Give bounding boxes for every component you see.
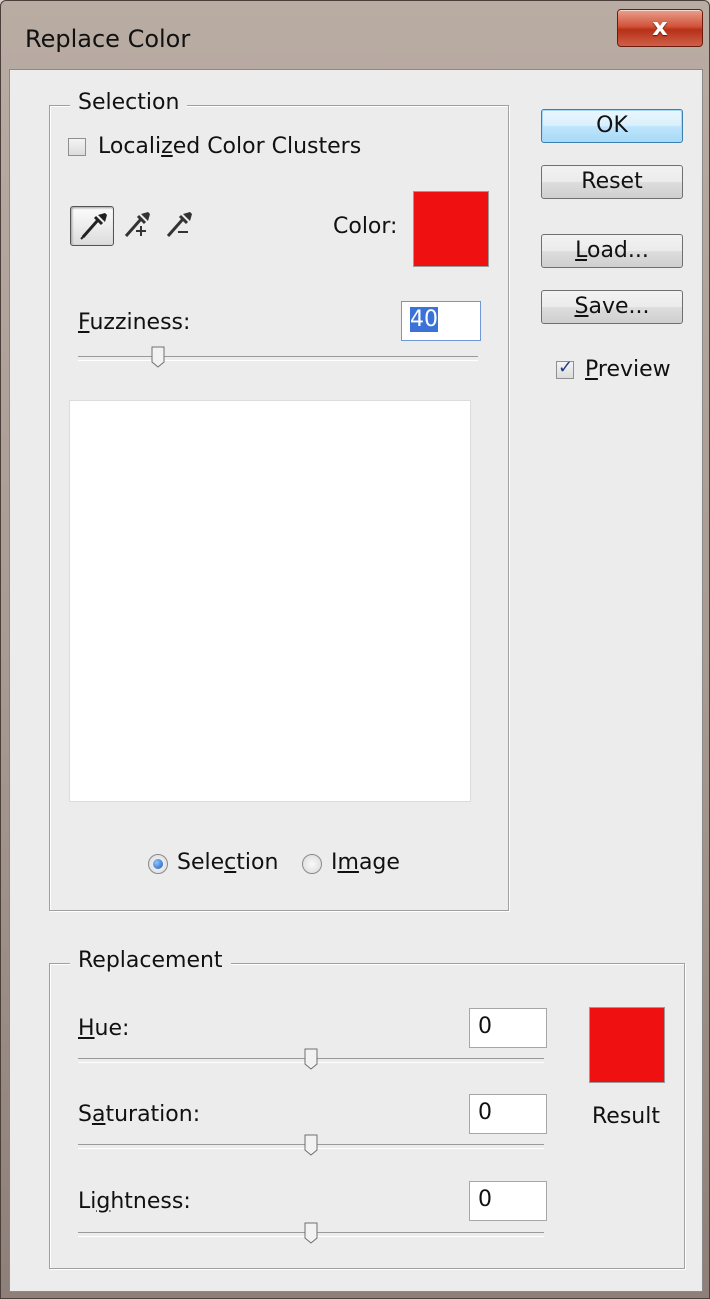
lightness-slider[interactable]: [78, 1222, 544, 1246]
selection-legend: Selection: [70, 90, 188, 115]
localized-color-clusters-checkbox[interactable]: [68, 138, 86, 156]
eyedropper-minus-icon: [166, 212, 192, 237]
window-title: Replace Color: [25, 25, 191, 53]
hue-label: Hue:: [78, 1016, 130, 1041]
lightness-input[interactable]: 0: [469, 1181, 547, 1221]
load-button[interactable]: Load...: [541, 234, 683, 268]
saturation-slider[interactable]: [78, 1134, 544, 1158]
close-icon: x: [652, 13, 668, 41]
fuzziness-input[interactable]: 40: [401, 301, 481, 341]
lightness-slider-thumb[interactable]: [304, 1222, 318, 1244]
selection-preview-area[interactable]: [69, 400, 471, 802]
subtract-from-sample-tool-button[interactable]: [156, 206, 200, 246]
preview-label[interactable]: Preview: [585, 357, 671, 382]
saturation-label: Saturation:: [78, 1102, 201, 1127]
image-radio[interactable]: [302, 854, 322, 874]
lightness-label: Lightness:: [78, 1189, 191, 1214]
replacement-group: Replacement Hue: 0 Saturation: 0 Lightne…: [49, 948, 685, 1269]
title-bar[interactable]: Replace Color x: [1, 1, 709, 69]
preview-checkbox[interactable]: [556, 357, 574, 379]
selected-color-swatch[interactable]: [413, 191, 489, 267]
selection-radio-label[interactable]: Selection: [177, 850, 278, 875]
fuzziness-label: Fuzziness:: [78, 310, 191, 335]
saturation-input[interactable]: 0: [469, 1094, 547, 1134]
replace-color-dialog: Replace Color x Selection Localized Colo…: [0, 0, 710, 1299]
color-label: Color:: [333, 214, 398, 239]
image-radio-label[interactable]: Image: [331, 850, 400, 875]
add-to-sample-tool-button[interactable]: [114, 206, 158, 246]
ok-button[interactable]: OK: [541, 109, 683, 143]
fuzziness-slider[interactable]: [78, 346, 478, 370]
hue-input[interactable]: 0: [469, 1008, 547, 1048]
eyedropper-icon: [80, 213, 107, 240]
result-color-swatch[interactable]: [589, 1007, 665, 1083]
fuzziness-slider-thumb[interactable]: [151, 346, 165, 368]
selection-radio[interactable]: [148, 854, 168, 874]
fuzziness-value: 40: [410, 307, 438, 332]
localized-color-clusters-label[interactable]: Localized Color Clusters: [98, 134, 361, 159]
fuzziness-slider-track: [78, 356, 478, 361]
reset-button[interactable]: Reset: [541, 165, 683, 199]
selection-group: Selection Localized Color Clusters Color…: [49, 90, 509, 911]
hue-slider[interactable]: [78, 1048, 544, 1072]
hue-slider-thumb[interactable]: [304, 1048, 318, 1070]
saturation-slider-thumb[interactable]: [304, 1134, 318, 1156]
save-button[interactable]: Save...: [541, 290, 683, 324]
eyedropper-tool-button[interactable]: [70, 206, 114, 246]
eyedropper-plus-icon: [124, 212, 150, 237]
replacement-legend: Replacement: [70, 948, 231, 973]
result-label: Result: [592, 1104, 660, 1129]
close-button[interactable]: x: [617, 9, 703, 47]
dialog-body: Selection Localized Color Clusters Color…: [9, 69, 703, 1292]
